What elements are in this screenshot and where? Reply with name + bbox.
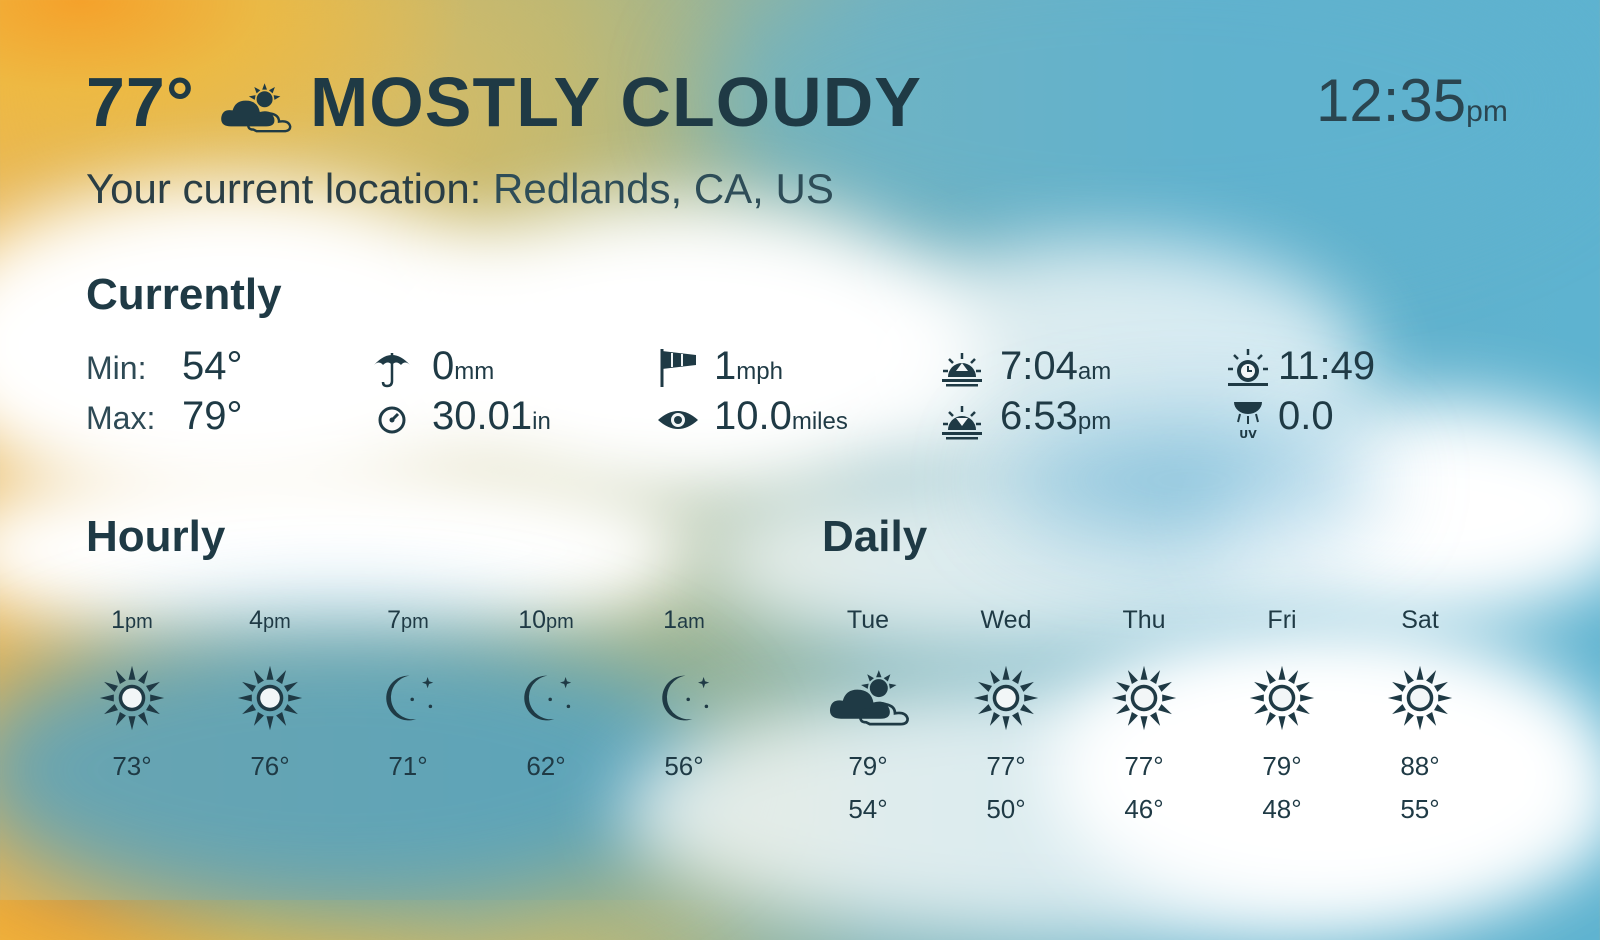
visibility-stat: 10.0miles (714, 394, 848, 438)
sunset-icon (942, 406, 982, 440)
day-low: 54° (848, 794, 888, 824)
day-label: Thu (1122, 606, 1166, 634)
wind-stat: 1mph (714, 344, 783, 388)
pressure-stat: 30.01in (432, 394, 551, 438)
moon-icon (649, 663, 719, 733)
sun-icon (97, 663, 167, 733)
sun-icon (235, 663, 305, 733)
min-value: 54° (182, 344, 243, 388)
hour-temp: 73° (112, 751, 152, 781)
day-label: Wed (980, 606, 1032, 634)
daily-item: Wed 77° 50° (946, 606, 1066, 825)
hourly-item: 1am 56° (624, 606, 744, 782)
current-temperature: 77° (86, 63, 195, 141)
max-value: 79° (182, 394, 243, 438)
daylight-clock-icon (1228, 349, 1268, 386)
partly-cloudy-day-icon (823, 663, 913, 733)
hour-label: 1pm (111, 606, 153, 634)
hourly-item: 1pm 73° (72, 606, 192, 782)
day-high: 88° (1400, 751, 1440, 781)
pressure-gauge-icon (378, 406, 406, 434)
location-value: Redlands, CA, US (493, 165, 834, 212)
day-label: Sat (1401, 606, 1439, 634)
daily-item: Sat 88° 55° (1360, 606, 1480, 825)
hour-label: 10pm (518, 606, 574, 634)
hour-temp: 76° (250, 751, 290, 781)
hourly-item: 4pm 76° (210, 606, 330, 782)
max-label: Max: (86, 400, 156, 436)
moon-icon (373, 663, 443, 733)
clock-ampm: pm (1466, 95, 1508, 128)
daily-item: Thu 77° 46° (1084, 606, 1204, 825)
uv-index-icon: UV (1234, 402, 1262, 441)
hour-label: 1am (663, 606, 705, 634)
hourly-item: 10pm 62° (486, 606, 606, 782)
daily-item: Tue 79° 54° (808, 606, 928, 825)
condition-text: MOSTLY CLOUDY (310, 63, 922, 141)
sun-icon (1247, 663, 1317, 733)
min-label: Min: (86, 350, 147, 386)
day-low: 55° (1400, 794, 1440, 824)
windsock-icon (660, 349, 696, 387)
precipitation-stat: 0mm (432, 344, 495, 388)
hour-label: 4pm (249, 606, 291, 634)
day-high: 77° (1124, 751, 1164, 781)
svg-text:UV: UV (1239, 428, 1257, 441)
daily-title: Daily (822, 512, 928, 561)
hour-label: 7pm (387, 606, 429, 634)
eye-icon (658, 411, 698, 429)
day-low: 48° (1262, 794, 1302, 824)
hour-temp: 56° (664, 751, 704, 781)
currently-title: Currently (86, 270, 282, 319)
location-label: Your current location: (86, 165, 482, 212)
hourly-item: 7pm 71° (348, 606, 468, 782)
day-high: 79° (1262, 751, 1302, 781)
sunset-stat: 6:53pm (1000, 394, 1112, 438)
sun-icon (971, 663, 1041, 733)
sunrise-icon (942, 353, 982, 387)
hourly-title: Hourly (86, 512, 226, 561)
moon-icon (511, 663, 581, 733)
day-low: 50° (986, 794, 1026, 824)
umbrella-icon (374, 353, 410, 388)
partly-cloudy-day-icon (215, 78, 295, 138)
sun-icon (1385, 663, 1455, 733)
hour-temp: 62° (526, 751, 566, 781)
uv-value: 0.0 (1278, 394, 1334, 438)
day-label: Tue (846, 606, 890, 634)
sun-icon (1109, 663, 1179, 733)
day-high: 79° (848, 751, 888, 781)
day-low: 46° (1124, 794, 1164, 824)
clock-time: 12:35 (1316, 67, 1467, 134)
hour-temp: 71° (388, 751, 428, 781)
day-high: 77° (986, 751, 1026, 781)
day-label: Fri (1267, 606, 1297, 634)
sunrise-stat: 7:04am (1000, 344, 1112, 388)
location-line: Your current location: Redlands, CA, US (86, 165, 834, 213)
daylight-value: 11:49 (1278, 344, 1376, 388)
daily-item: Fri 79° 48° (1222, 606, 1342, 825)
clock: 12:35pm (1316, 66, 1508, 135)
